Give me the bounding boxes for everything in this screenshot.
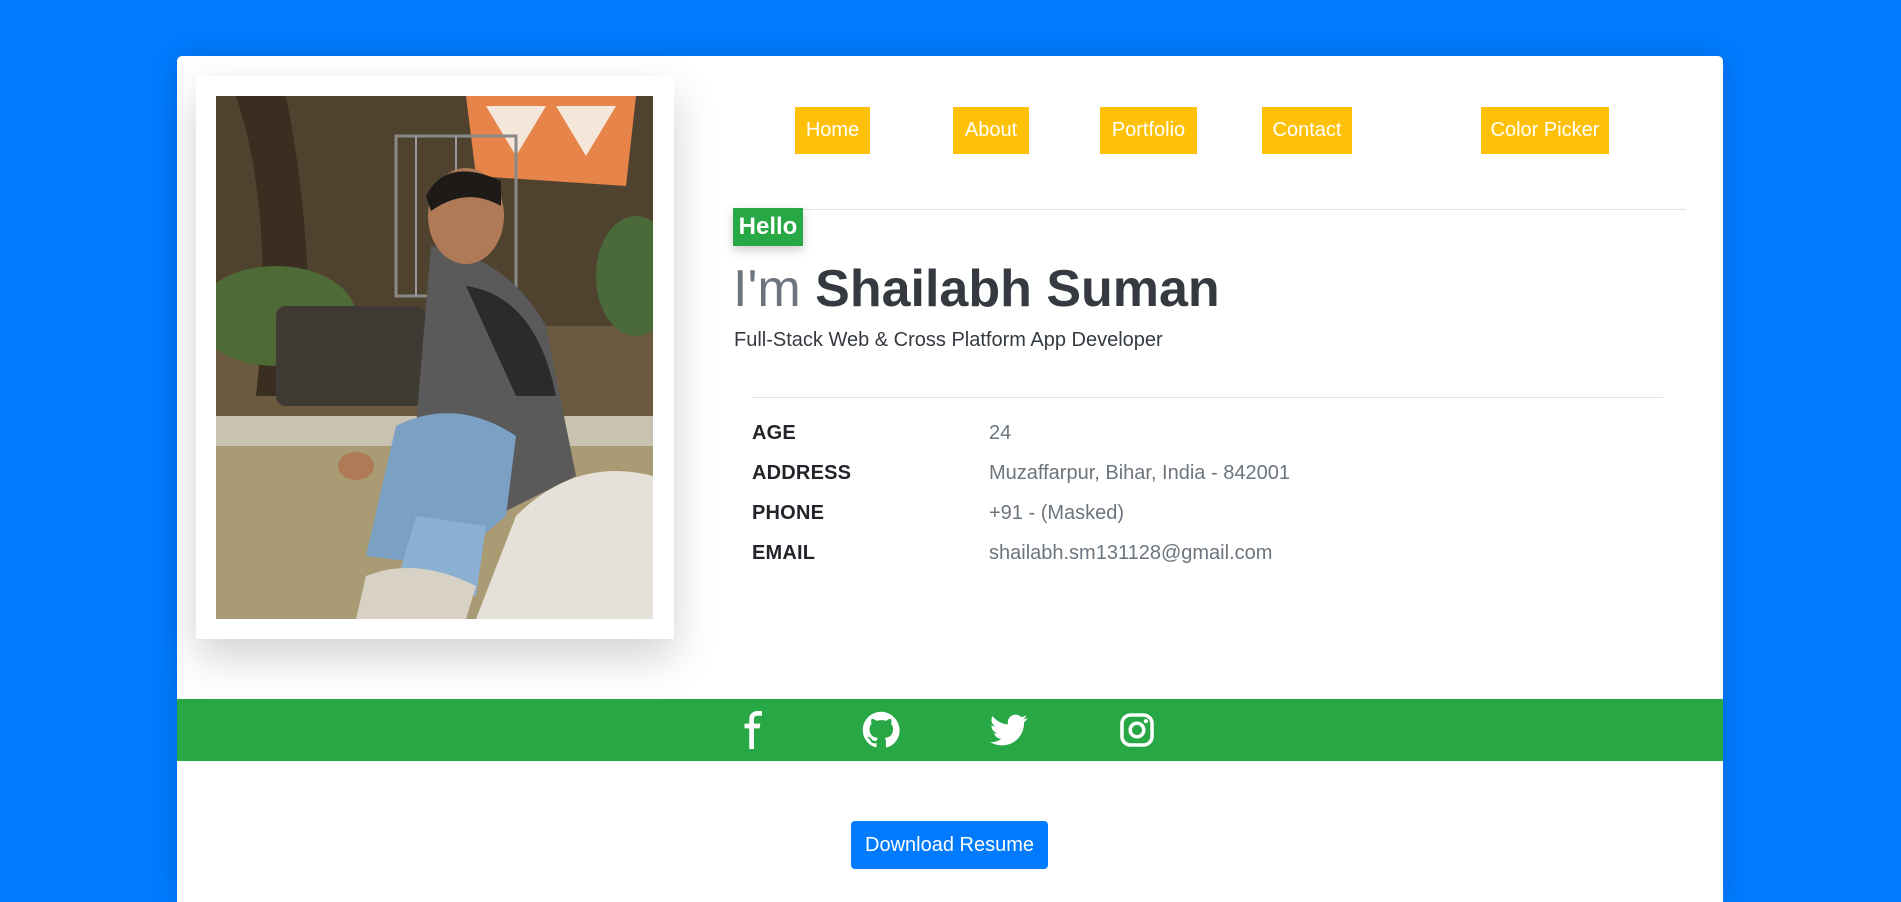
info-row-address: ADDRESS Muzaffarpur, Bihar, India - 8420… — [752, 462, 1652, 492]
photo-frame — [196, 76, 674, 639]
nav-contact[interactable]: Contact — [1262, 107, 1352, 154]
nav-home[interactable]: Home — [795, 107, 870, 154]
social-bar — [177, 699, 1723, 761]
info-label-address: ADDRESS — [752, 462, 852, 484]
info-label-phone: PHONE — [752, 502, 825, 524]
instagram-icon[interactable] — [1118, 711, 1156, 749]
github-icon[interactable] — [862, 711, 900, 749]
info-label-age: AGE — [752, 422, 796, 444]
info-label-email: EMAIL — [752, 542, 816, 564]
headline: I'm Shailabh Suman — [733, 257, 1220, 321]
top-nav: Home About Portfolio Contact Color Picke… — [775, 107, 1686, 210]
profile-name: Shailabh Suman — [815, 260, 1220, 318]
nav-about[interactable]: About — [953, 107, 1029, 154]
download-resume-button[interactable]: Download Resume — [851, 821, 1048, 869]
info-row-phone: PHONE +91 - (Masked) — [752, 502, 1652, 532]
headline-prefix: I'm — [733, 260, 801, 318]
facebook-icon[interactable] — [735, 711, 773, 749]
hello-badge: Hello — [733, 208, 803, 246]
section-divider — [752, 397, 1663, 398]
nav-portfolio[interactable]: Portfolio — [1100, 107, 1197, 154]
profile-subtitle: Full-Stack Web & Cross Platform App Deve… — [734, 329, 1163, 351]
info-value-phone: +91 - (Masked) — [989, 502, 1125, 524]
info-row-age: AGE 24 — [752, 422, 1652, 452]
info-value-email[interactable]: shailabh.sm131128@gmail.com — [989, 542, 1272, 565]
twitter-icon[interactable] — [990, 711, 1028, 749]
nav-color-picker[interactable]: Color Picker — [1481, 107, 1609, 154]
profile-photo — [216, 96, 653, 619]
info-value-age: 24 — [989, 422, 1012, 444]
info-value-address: Muzaffarpur, Bihar, India - 842001 — [989, 462, 1290, 484]
info-row-email: EMAIL shailabh.sm131128@gmail.com — [752, 542, 1652, 572]
profile-card: Home About Portfolio Contact Color Picke… — [177, 56, 1723, 902]
